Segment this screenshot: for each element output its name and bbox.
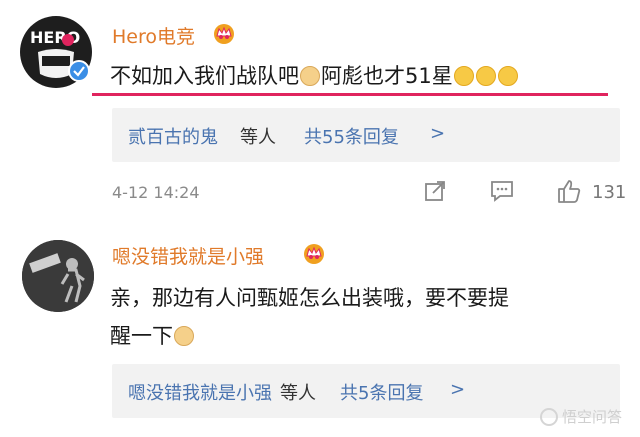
sweat-emoji	[453, 66, 474, 86]
comment-icon[interactable]	[490, 180, 514, 202]
reply-count[interactable]: 共55条回复	[304, 123, 399, 149]
doge-emoji	[174, 326, 194, 346]
doge-emoji	[300, 66, 320, 86]
reply-suffix: 等人	[240, 127, 276, 148]
like-count: 131	[592, 182, 627, 203]
highlight-underline	[92, 93, 608, 96]
avatar[interactable]	[22, 240, 94, 312]
comment-text: 不如加入我们战队吧 阿彪也才51星	[110, 60, 519, 90]
watermark: 悟空问答	[539, 406, 622, 427]
sweat-emoji	[475, 66, 496, 86]
reply-names[interactable]: 贰百古的鬼	[128, 123, 218, 149]
comment-text-part: 阿彪也才51星	[321, 64, 453, 88]
reply-count[interactable]: 共5条回复	[340, 379, 423, 405]
chevron-right-icon: >	[450, 379, 466, 400]
watermark-text: 悟空问答	[561, 408, 622, 426]
crown-icon	[214, 24, 234, 44]
avatar-figure-graphic	[22, 240, 94, 312]
comment-time: 4-12 14:24	[112, 183, 200, 202]
comment-thread: { "comments": [ { "username": "Hero电竞", …	[0, 0, 640, 437]
share-icon[interactable]	[424, 180, 446, 202]
comment-text-line: 亲，那边有人问甄姬怎么出装哦，要不要提	[110, 286, 509, 310]
comment-username[interactable]: 嗯没错我就是小强	[112, 242, 264, 269]
reply-summary[interactable]: 贰百古的鬼 等人 共55条回复 >	[112, 108, 620, 162]
comment-text-part: 不如加入我们战队吧	[110, 64, 299, 88]
sweat-emoji	[497, 66, 518, 86]
chevron-right-icon: >	[430, 123, 446, 144]
comment-text-part: 醒一下	[110, 324, 173, 348]
crown-icon	[304, 244, 324, 264]
watermark-logo-icon	[539, 408, 558, 426]
like-icon[interactable]	[556, 178, 582, 204]
comment-text-line2: 醒一下	[110, 320, 195, 350]
reply-suffix: 等人	[280, 383, 316, 404]
comment-username[interactable]: Hero电竞	[112, 22, 195, 49]
verified-icon	[68, 60, 90, 82]
reply-names[interactable]: 嗯没错我就是小强	[128, 379, 272, 405]
